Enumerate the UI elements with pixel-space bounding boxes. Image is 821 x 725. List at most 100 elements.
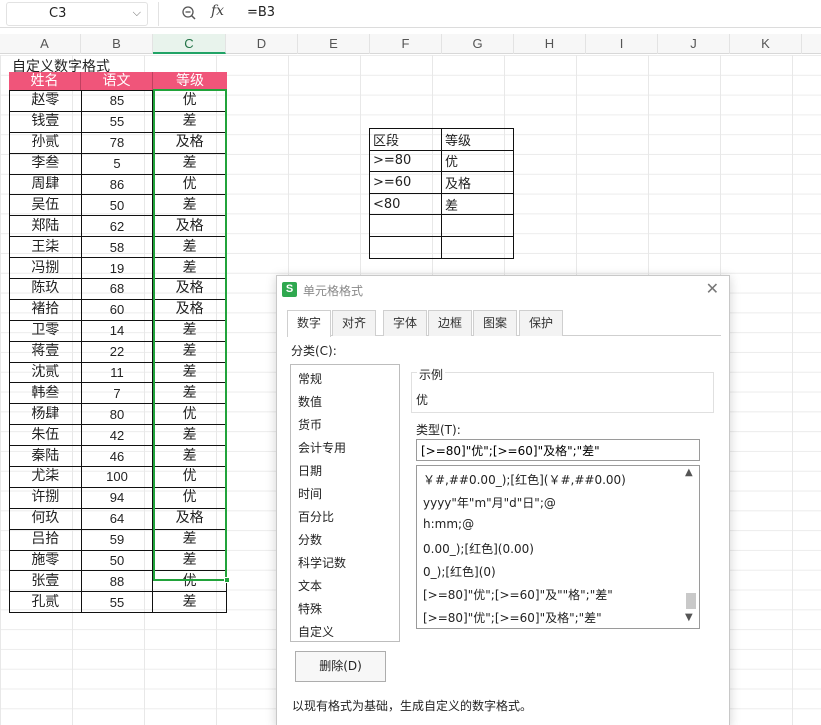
grade-cell[interactable]: 优: [441, 149, 514, 173]
score-cell[interactable]: 60: [80, 298, 154, 321]
category-item[interactable]: 日期: [298, 462, 322, 479]
format-list-scrollbar[interactable]: ▲ ▼: [683, 466, 699, 628]
score-cell[interactable]: 58: [80, 236, 154, 259]
score-cell[interactable]: 7: [80, 382, 154, 405]
score-cell[interactable]: 78: [80, 131, 154, 154]
function-icon[interactable]: fx: [211, 3, 224, 19]
score-cell[interactable]: 100: [80, 466, 154, 488]
name-cell[interactable]: 陈玖: [9, 278, 82, 300]
name-cell[interactable]: 秦陆: [9, 445, 82, 468]
header-name[interactable]: 姓名: [9, 72, 81, 90]
category-item[interactable]: 文本: [298, 577, 322, 594]
formula-input[interactable]: =B3: [247, 5, 275, 20]
name-cell[interactable]: 朱伍: [9, 424, 82, 447]
name-cell[interactable]: 吴伍: [9, 194, 82, 217]
score-cell[interactable]: 22: [80, 340, 154, 363]
level-cell[interactable]: 差: [152, 110, 227, 133]
score-cell[interactable]: 50: [80, 194, 154, 217]
score-cell[interactable]: 62: [80, 215, 154, 238]
level-cell[interactable]: 及格: [152, 215, 227, 238]
category-list[interactable]: 常规 数值 货币 会计专用 日期 时间 百分比 分数 科学记数 文本 特殊 自定义: [290, 364, 400, 642]
category-item[interactable]: 数值: [298, 393, 322, 410]
format-item[interactable]: 0.00_);[红色](0.00): [423, 540, 534, 557]
name-cell[interactable]: 尤柒: [9, 466, 82, 488]
range-cell[interactable]: >=80: [369, 149, 442, 173]
format-list[interactable]: ▲ ▼ ￥#,##0.00_);[红色](￥#,##0.00) yyyy"年"m"…: [416, 465, 700, 629]
category-item[interactable]: 特殊: [298, 600, 322, 617]
level-cell[interactable]: 及格: [152, 278, 227, 300]
column-header-e[interactable]: E: [298, 34, 370, 54]
delete-button[interactable]: 删除(D): [295, 651, 386, 682]
format-item[interactable]: [>=80]"优";[>=60]"及格";"差": [423, 609, 602, 626]
header-level[interactable]: 等级: [153, 72, 227, 90]
name-cell[interactable]: 何玖: [9, 507, 82, 530]
category-item[interactable]: 科学记数: [298, 554, 346, 571]
grade-cell[interactable]: [441, 235, 514, 259]
name-cell[interactable]: 沈贰: [9, 361, 82, 384]
level-cell[interactable]: 及格: [152, 507, 227, 530]
range-cell[interactable]: 区段: [369, 128, 442, 151]
category-item[interactable]: 自定义: [298, 623, 334, 640]
header-chinese[interactable]: 语文: [81, 72, 153, 90]
level-cell[interactable]: 差: [152, 340, 227, 363]
format-item[interactable]: [>=80]"优";[>=60]"及""格";"差": [423, 586, 613, 603]
column-header-b[interactable]: B: [81, 34, 153, 54]
level-cell[interactable]: 差: [152, 319, 227, 342]
tab-border[interactable]: 边框: [428, 310, 472, 336]
score-cell[interactable]: 80: [80, 403, 154, 426]
name-cell[interactable]: 周肆: [9, 173, 82, 196]
category-item[interactable]: 货币: [298, 416, 322, 433]
format-item[interactable]: h:mm;@: [423, 517, 474, 531]
name-cell[interactable]: 卫零: [9, 319, 82, 342]
name-cell[interactable]: 蒋壹: [9, 340, 82, 363]
column-header-h[interactable]: H: [514, 34, 586, 54]
category-item[interactable]: 时间: [298, 485, 322, 502]
grade-cell[interactable]: 等级: [441, 128, 514, 151]
column-header-i[interactable]: I: [586, 34, 658, 54]
score-cell[interactable]: 19: [80, 257, 154, 280]
level-cell[interactable]: 差: [152, 236, 227, 259]
tab-pattern[interactable]: 图案: [473, 310, 517, 336]
score-cell[interactable]: 88: [80, 570, 154, 593]
name-cell[interactable]: 孔贰: [9, 591, 82, 614]
category-item[interactable]: 会计专用: [298, 439, 346, 456]
tab-number[interactable]: 数字: [287, 310, 331, 337]
tab-alignment[interactable]: 对齐: [332, 310, 376, 336]
tab-font[interactable]: 字体: [383, 310, 427, 336]
name-cell[interactable]: 孙贰: [9, 131, 82, 154]
grade-cell[interactable]: [441, 214, 514, 237]
name-cell[interactable]: 张壹: [9, 570, 82, 593]
level-cell[interactable]: 差: [152, 424, 227, 447]
range-cell[interactable]: [369, 235, 442, 259]
score-cell[interactable]: 94: [80, 486, 154, 509]
name-cell[interactable]: 郑陆: [9, 215, 82, 238]
level-cell[interactable]: 差: [152, 382, 227, 405]
level-cell[interactable]: 优: [152, 173, 227, 196]
column-header-a[interactable]: A: [9, 34, 81, 54]
column-header-k[interactable]: K: [730, 34, 802, 54]
name-cell[interactable]: 冯捌: [9, 257, 82, 280]
score-cell[interactable]: 86: [80, 173, 154, 196]
range-cell[interactable]: >=60: [369, 171, 442, 194]
zoom-out-icon[interactable]: [181, 5, 197, 21]
grade-cell[interactable]: 及格: [441, 171, 514, 194]
name-cell[interactable]: 李叁: [9, 152, 82, 175]
name-cell[interactable]: 许捌: [9, 486, 82, 509]
score-cell[interactable]: 59: [80, 528, 154, 551]
range-cell[interactable]: [369, 214, 442, 237]
format-item[interactable]: ￥#,##0.00_);[红色](￥#,##0.00): [423, 471, 626, 488]
format-item[interactable]: 0_);[红色](0): [423, 563, 496, 580]
score-cell[interactable]: 14: [80, 319, 154, 342]
level-cell[interactable]: 优: [152, 90, 227, 112]
score-cell[interactable]: 42: [80, 424, 154, 447]
column-header-c[interactable]: C: [153, 34, 226, 54]
level-cell[interactable]: 优: [152, 570, 227, 593]
name-cell[interactable]: 吕拾: [9, 528, 82, 551]
level-cell[interactable]: 及格: [152, 131, 227, 154]
name-cell[interactable]: 韩叁: [9, 382, 82, 405]
column-header-g[interactable]: G: [442, 34, 514, 54]
column-header-f[interactable]: F: [370, 34, 442, 54]
score-cell[interactable]: 64: [80, 507, 154, 530]
tab-protection[interactable]: 保护: [519, 310, 563, 336]
category-item[interactable]: 百分比: [298, 508, 334, 525]
